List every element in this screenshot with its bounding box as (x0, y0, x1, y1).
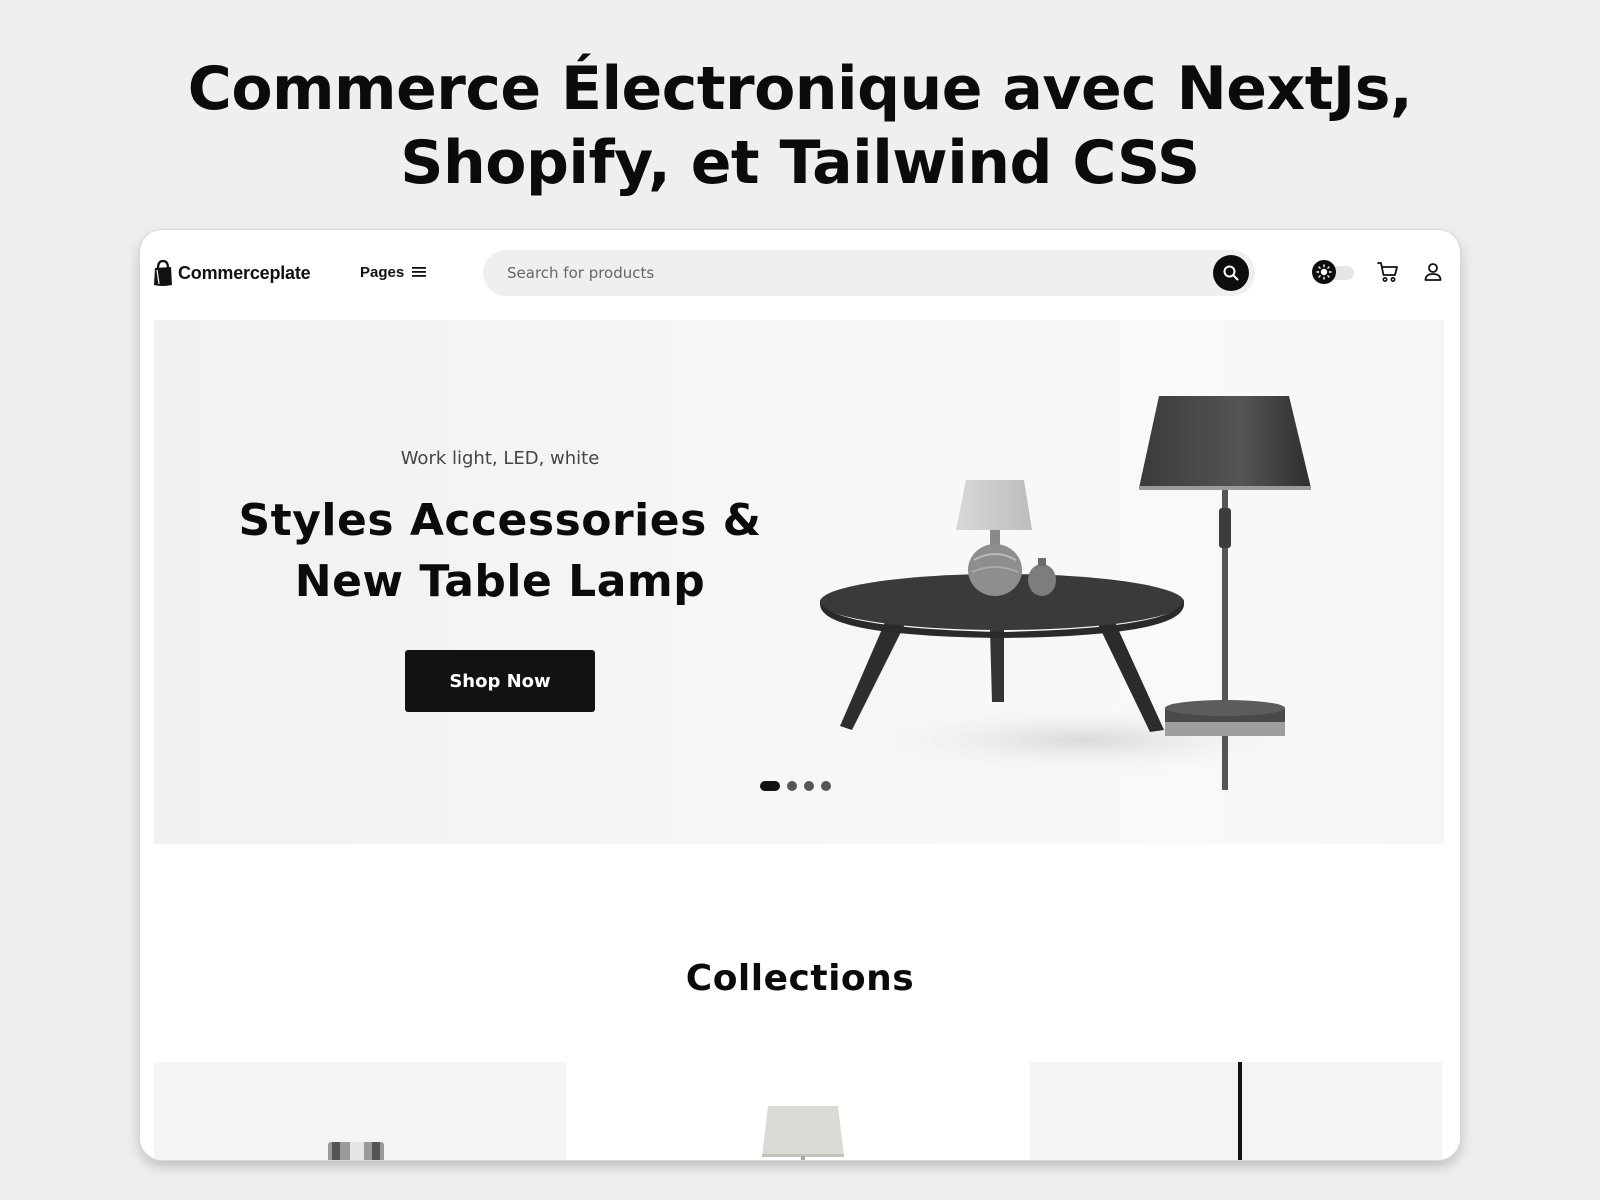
search-input[interactable] (507, 250, 1187, 296)
hamburger-menu-icon (412, 267, 427, 277)
slider-dot-3[interactable] (804, 781, 814, 791)
bag-logo-icon (154, 259, 172, 286)
slider-dot-4[interactable] (821, 781, 831, 791)
sun-icon (1316, 264, 1332, 280)
logo-text: Commerceplate (178, 262, 311, 283)
pages-menu-label: Pages (360, 263, 405, 281)
theme-toggle[interactable] (1312, 260, 1354, 284)
pendant-light-image (1238, 1062, 1242, 1160)
hero-title-line-1: Styles Accessories & (238, 495, 762, 546)
slider-dot-1[interactable] (760, 781, 780, 791)
site-logo[interactable]: Commerceplate (152, 258, 311, 288)
page-headline: Commerce Électronique avec NextJs, Shopi… (0, 52, 1600, 200)
search-button[interactable] (1213, 255, 1249, 291)
hero-product-image (820, 396, 1334, 790)
lamp-shade-image (762, 1106, 844, 1160)
pages-menu-button[interactable]: Pages (360, 260, 427, 284)
slider-dot-2[interactable] (787, 781, 797, 791)
account-button[interactable] (1422, 261, 1444, 283)
cart-button[interactable] (1376, 260, 1400, 284)
collections-title: Collections (685, 958, 915, 999)
collection-card[interactable] (594, 1062, 1006, 1160)
search-icon (1223, 265, 1239, 281)
browser-frame: Commerceplate Pages Search for products … (140, 230, 1460, 1160)
cart-icon (1377, 262, 1398, 282)
search-bar (483, 250, 1255, 296)
hero-slider: Work light, LED, white Styles Accessorie… (154, 320, 1444, 844)
shop-now-button[interactable]: Shop Now (405, 650, 595, 712)
headline-line-1: Commerce Électronique avec NextJs, (187, 54, 1413, 124)
toggle-knob (1312, 260, 1336, 284)
slider-dots (760, 780, 831, 792)
ceiling-light-image (328, 1142, 384, 1160)
collection-card[interactable] (1030, 1062, 1442, 1160)
user-icon (1424, 263, 1442, 281)
hero-subtitle: Work light, LED, white (400, 448, 600, 469)
hero-title-line-2: New Table Lamp (294, 556, 706, 607)
headline-line-2: Shopify, et Tailwind CSS (400, 128, 1200, 198)
collection-card[interactable] (154, 1062, 566, 1160)
hero-title: Styles Accessories & New Table Lamp (154, 490, 846, 612)
site-header: Commerceplate Pages (140, 230, 1460, 316)
